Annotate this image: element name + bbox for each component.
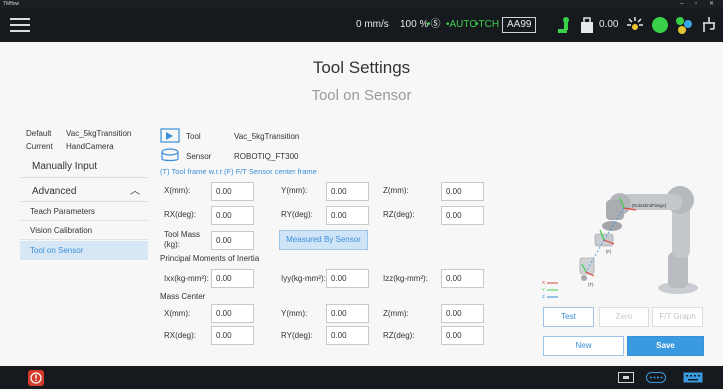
izz-label: Izz(kg-mm²): — [383, 274, 428, 283]
page-title: Tool Settings — [312, 58, 411, 77]
current-tool-row: Current HandCamera — [26, 142, 114, 151]
speed-readout: 0 mm/s — [356, 19, 389, 30]
speed-percent: 100 % — [400, 19, 429, 30]
project-name[interactable]: AA99 — [502, 17, 537, 33]
mc-ry-field[interactable] — [326, 326, 369, 345]
mc-ry-label: RY(deg): — [281, 331, 313, 340]
mc-y-field[interactable] — [326, 304, 369, 323]
inertia-title: Principal Moments of Inertia — [160, 254, 260, 263]
pose-y-field[interactable] — [326, 182, 369, 201]
pose-rz-label: RZ(deg): — [383, 210, 415, 219]
tool-icon — [160, 128, 180, 143]
tool-value: Vac_5kgTransition — [234, 132, 300, 141]
menu-icon[interactable] — [10, 18, 30, 32]
tool-mass-label: Tool Mass (kg): — [164, 230, 201, 249]
pose-ry-field[interactable] — [326, 206, 369, 225]
pose-rz-field[interactable] — [441, 206, 484, 225]
ft-graph-button[interactable]: F/T Graph — [652, 307, 703, 327]
window-title-bar: TMflow – ▫ ✕ — [0, 0, 723, 8]
sensor-label: Sensor — [186, 152, 212, 161]
error-alert-icon[interactable] — [28, 370, 44, 386]
auto-status: •AUTO — [446, 19, 478, 30]
iyy-field[interactable] — [326, 269, 369, 288]
keyboard-icon[interactable] — [683, 372, 703, 383]
mc-rz-label: RZ(deg): — [383, 331, 415, 340]
display-icon[interactable] — [618, 372, 634, 383]
mass-center-title: Mass Center — [160, 292, 206, 301]
mc-z-field[interactable] — [441, 304, 484, 323]
sensor-icon — [161, 148, 179, 162]
tch-status: •TCH — [475, 19, 500, 30]
end-effector-icon[interactable] — [700, 16, 718, 34]
new-button[interactable]: New — [543, 336, 624, 356]
ixx-label: Ixx(kg-mm²): — [164, 274, 209, 283]
safety-icon: •Ⓢ — [427, 19, 441, 30]
mc-x-label: X(mm): — [164, 309, 191, 318]
top-bar: 0 mm/s 100 % •Ⓢ •AUTO •TCH AA99 0.00 — [0, 8, 723, 42]
default-tool-row: Default Vac_5kgTransition — [26, 129, 131, 138]
sidebar-item-teach-parameters[interactable]: Teach Parameters — [20, 202, 148, 221]
izz-field[interactable] — [441, 269, 484, 288]
frame-note: (T) Tool frame w.r.t (F) F/T Sensor cent… — [160, 167, 317, 176]
mc-rx-label: RX(deg): — [164, 331, 197, 340]
pose-ry-label: RY(deg): — [281, 210, 313, 219]
current-value: HandCamera — [66, 142, 114, 151]
tool-mass-field[interactable] — [211, 231, 254, 250]
payload-value: 0.00 — [599, 19, 619, 30]
tool-label: Tool — [186, 132, 201, 141]
mc-z-label: Z(mm): — [383, 309, 409, 318]
advanced-label: Advanced — [32, 186, 77, 197]
pose-rx-field[interactable] — [211, 206, 254, 225]
manually-input-button[interactable]: Manually Input — [20, 156, 148, 178]
bottom-bar — [0, 366, 723, 389]
connection-icon[interactable] — [675, 16, 693, 34]
pose-x-label: X(mm): — [164, 186, 191, 195]
pose-rx-label: RX(deg): — [164, 210, 197, 219]
iyy-label: Iyy(kg-mm²): — [281, 274, 326, 283]
chevron-up-icon[interactable]: ︿ — [130, 182, 140, 202]
pose-z-field[interactable] — [441, 182, 484, 201]
light-icon[interactable] — [626, 16, 644, 34]
window-title: TMflow — [3, 1, 20, 7]
ixx-field[interactable] — [211, 269, 254, 288]
advanced-section[interactable]: Advanced ︿ — [20, 182, 148, 202]
mc-y-label: Y(mm): — [281, 309, 308, 318]
flange-label: (RobotEndFlange) — [632, 203, 667, 208]
measured-by-sensor-button[interactable]: Measured By Sensor — [279, 230, 368, 250]
zero-button[interactable]: Zero — [599, 307, 649, 327]
mc-x-field[interactable] — [211, 304, 254, 323]
robot-diagram: (RobotEndFlange) (F) (T) X Y Z — [542, 186, 698, 299]
page-subtitle: Tool on Sensor — [311, 87, 412, 104]
sidebar-item-tool-on-sensor[interactable]: Tool on Sensor — [20, 241, 148, 260]
save-button[interactable]: Save — [627, 336, 704, 356]
axis-x-label: X — [542, 280, 545, 285]
test-button[interactable]: Test — [543, 307, 594, 327]
window-controls[interactable]: – ▫ ✕ — [680, 0, 719, 8]
status-indicator-icon — [652, 17, 668, 33]
mc-rz-field[interactable] — [441, 326, 484, 345]
robot-arm-icon[interactable] — [556, 16, 574, 34]
sensor-value: ROBOTIQ_FT300 — [234, 152, 299, 161]
current-label: Current — [26, 142, 53, 151]
t-frame-label: (T) — [588, 282, 594, 287]
axis-y-label: Y — [542, 287, 545, 292]
project-wrap: AA99 — [500, 8, 537, 42]
mc-rx-field[interactable] — [211, 326, 254, 345]
touch-keypad-icon[interactable] — [646, 372, 666, 383]
sidebar-item-vision-calibration[interactable]: Vision Calibration — [20, 221, 148, 240]
f-frame-label: (F) — [606, 249, 612, 254]
pose-x-field[interactable] — [211, 182, 254, 201]
default-label: Default — [26, 129, 52, 138]
axis-z-label: Z — [542, 294, 545, 299]
pose-z-label: Z(mm): — [383, 186, 409, 195]
pose-y-label: Y(mm): — [281, 186, 308, 195]
default-value: Vac_5kgTransition — [66, 129, 132, 138]
payload-icon — [581, 17, 593, 33]
